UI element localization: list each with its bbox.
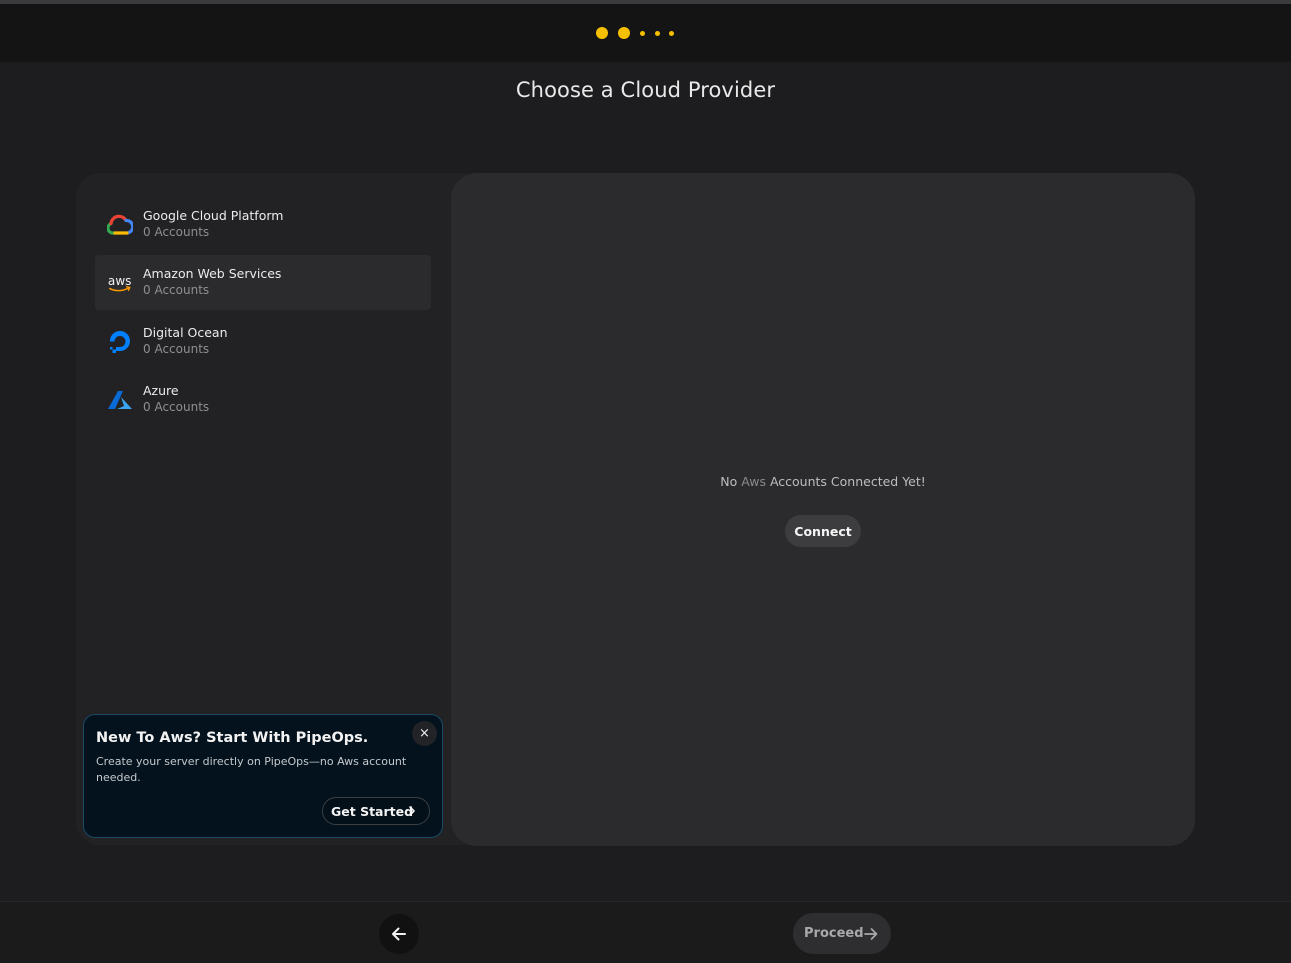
promo-close-button[interactable]: × xyxy=(412,721,437,746)
chevron-right-icon xyxy=(409,806,415,816)
provider-account-count: 0 Accounts xyxy=(143,225,210,239)
step-dot-pending xyxy=(640,31,645,36)
promo-title: New To Aws? Start With PipeOps. xyxy=(96,730,369,746)
step-dot-completed xyxy=(618,27,630,39)
step-progress-indicator xyxy=(596,27,676,39)
bottom-navigation-bar xyxy=(0,901,1291,963)
aws-logo-text: aws xyxy=(108,274,132,288)
empty-provider-name: Aws xyxy=(741,474,766,489)
provider-item-azure[interactable]: Azure 0 Accounts xyxy=(95,372,431,427)
provider-account-count: 0 Accounts xyxy=(143,283,210,297)
provider-name: Azure xyxy=(143,383,179,398)
pipeops-promo-card: New To Aws? Start With PipeOps. Create y… xyxy=(83,714,443,838)
digitalocean-icon xyxy=(107,329,133,355)
empty-suffix: Accounts Connected Yet! xyxy=(765,474,926,489)
provider-item-aws[interactable]: aws Amazon Web Services 0 Accounts xyxy=(95,255,431,310)
provider-item-digital-ocean[interactable]: Digital Ocean 0 Accounts xyxy=(95,314,431,369)
provider-account-count: 0 Accounts xyxy=(143,342,210,356)
step-dot-pending xyxy=(669,31,674,36)
accounts-panel xyxy=(451,173,1195,846)
provider-name: Amazon Web Services xyxy=(143,266,282,281)
top-bar xyxy=(0,4,1291,62)
page-title: Choose a Cloud Provider xyxy=(515,78,776,102)
provider-item-google-cloud[interactable]: Google Cloud Platform 0 Accounts xyxy=(95,197,431,252)
close-icon: × xyxy=(419,726,430,741)
proceed-label: Proceed xyxy=(804,926,864,941)
arrow-left-icon xyxy=(392,927,406,941)
google-cloud-icon xyxy=(107,212,133,238)
no-accounts-message: No Aws Accounts Connected Yet! xyxy=(451,474,1195,489)
step-dot-completed xyxy=(596,27,608,39)
step-dot-pending xyxy=(655,31,660,36)
promo-description: Create your server directly on PipeOps—n… xyxy=(96,755,407,784)
proceed-button[interactable]: Proceed xyxy=(793,913,891,954)
aws-icon: aws xyxy=(107,270,133,296)
get-started-label: Get Started xyxy=(331,803,414,819)
azure-icon xyxy=(107,387,133,413)
back-button[interactable] xyxy=(379,914,419,954)
provider-name: Digital Ocean xyxy=(143,325,228,340)
arrow-right-icon xyxy=(864,928,878,940)
connect-button[interactable]: Connect xyxy=(785,515,861,547)
provider-account-count: 0 Accounts xyxy=(143,400,210,414)
get-started-button[interactable]: Get Started xyxy=(322,797,430,825)
provider-name: Google Cloud Platform xyxy=(143,208,284,223)
empty-prefix: No xyxy=(720,474,742,489)
